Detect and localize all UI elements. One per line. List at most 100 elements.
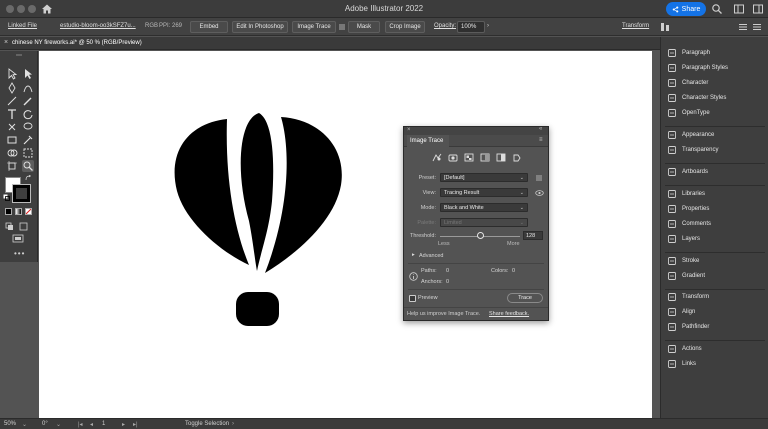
next-artboard-icon[interactable]: ▸ (122, 421, 125, 428)
draw-mode-options-icon[interactable] (19, 222, 28, 231)
arrange-icon[interactable] (752, 3, 764, 15)
linked-file-link[interactable]: Linked File (8, 23, 37, 29)
free-transform-tool-icon[interactable] (22, 147, 34, 159)
panel-item-opentype[interactable]: OpenType (661, 107, 768, 119)
workspace-icon[interactable] (733, 3, 745, 15)
embed-button[interactable]: Embed (190, 21, 228, 33)
zoom-chevron-icon[interactable]: ⌄ (22, 421, 27, 428)
tab-image-trace[interactable]: Image Trace (407, 135, 449, 147)
panel-item-character[interactable]: Character (661, 77, 768, 89)
previous-artboard-icon[interactable]: ◂ (90, 421, 93, 428)
artboard-number[interactable]: 1 (102, 421, 105, 427)
control-bar-menu-icon[interactable] (738, 22, 748, 32)
image-trace-presets-icon[interactable] (338, 23, 346, 31)
balloon-artwork[interactable] (39, 51, 652, 418)
pen-tool-icon[interactable] (6, 82, 18, 94)
grayscale-preset-icon[interactable] (480, 153, 490, 162)
panel-item-gradient[interactable]: Gradient (661, 270, 768, 282)
panel-item-pathfinder[interactable]: Pathfinder (661, 321, 768, 333)
panel-item-character-styles[interactable]: Character Styles (661, 92, 768, 104)
threshold-input[interactable]: 128 (523, 231, 543, 240)
swap-fill-stroke-icon[interactable] (25, 175, 32, 182)
panel-collapse-icon[interactable]: « (539, 126, 542, 132)
low-color-preset-icon[interactable] (464, 153, 474, 162)
edit-in-photoshop-button[interactable]: Edit In Photoshop (232, 21, 288, 33)
panel-header[interactable]: × « (404, 126, 548, 135)
view-source-eye-icon[interactable] (535, 189, 544, 197)
panel-menu-icon[interactable]: ≡ (539, 137, 543, 143)
panel-item-transform[interactable]: Transform (661, 291, 768, 303)
search-icon[interactable] (711, 3, 723, 15)
panel-item-transparency[interactable]: Transparency (661, 144, 768, 156)
panel-item-stroke[interactable]: Stroke (661, 255, 768, 267)
curvature-tool-icon[interactable] (22, 82, 34, 94)
mode-select[interactable]: Black and White ⌄ (440, 203, 528, 212)
paintbrush-tool-icon[interactable] (22, 95, 34, 107)
panel-item-links[interactable]: Links (661, 358, 768, 370)
panel-item-align[interactable]: Align (661, 306, 768, 318)
threshold-slider-handle[interactable] (476, 232, 484, 239)
stroke-swatch[interactable] (12, 184, 31, 203)
document-tab[interactable]: × chinese NY fireworks.ai* @ 50 % (RGB/P… (0, 37, 660, 50)
image-trace-button[interactable]: Image Trace (292, 21, 336, 33)
close-tab-icon[interactable]: × (4, 39, 8, 46)
outline-preset-icon[interactable] (512, 153, 522, 162)
selection-tool-icon[interactable] (6, 68, 18, 80)
first-artboard-icon[interactable]: |◂ (78, 421, 83, 428)
linked-filename[interactable]: estudio-bloom-oo3kSFZ7u... (60, 23, 136, 29)
edit-toolbar-icon[interactable]: ••• (14, 249, 25, 258)
color-mode-button[interactable] (5, 208, 12, 215)
screen-mode-icon[interactable] (12, 234, 24, 244)
black-and-white-preset-icon[interactable] (496, 153, 506, 162)
direct-selection-tool-icon[interactable] (22, 68, 34, 80)
opacity-input[interactable]: 100% (457, 21, 485, 33)
status-menu-chevron-icon[interactable]: › (232, 421, 234, 427)
panel-close-icon[interactable]: × (407, 127, 411, 133)
trace-button[interactable]: Trace (507, 293, 543, 303)
control-bar-options-icon[interactable] (752, 22, 762, 32)
mask-button[interactable]: Mask (348, 21, 380, 33)
document-tab-label[interactable]: chinese NY fireworks.ai* @ 50 % (RGB/Pre… (12, 40, 142, 46)
panel-item-paragraph[interactable]: Paragraph (661, 47, 768, 59)
none-mode-button[interactable] (25, 208, 32, 215)
high-color-preset-icon[interactable] (448, 153, 458, 162)
advanced-disclosure-icon[interactable]: ▸ (412, 252, 415, 258)
default-fill-stroke-icon[interactable] (3, 194, 10, 201)
lasso-tool-icon[interactable] (22, 121, 34, 133)
artboard[interactable] (39, 51, 652, 418)
panel-item-comments[interactable]: Comments (661, 218, 768, 230)
rectangle-tool-icon[interactable] (6, 134, 18, 146)
auto-color-preset-icon[interactable] (432, 153, 442, 162)
shape-builder-tool-icon[interactable] (6, 147, 18, 159)
zoom-level[interactable]: 50% (4, 421, 16, 427)
manage-presets-icon[interactable] (535, 174, 543, 182)
preview-checkbox[interactable] (409, 295, 416, 302)
panel-item-layers[interactable]: Layers (661, 233, 768, 245)
scissors-tool-icon[interactable] (6, 121, 18, 133)
draw-mode-icon[interactable] (5, 222, 14, 231)
share-button[interactable]: Share (666, 2, 706, 16)
last-artboard-icon[interactable]: ▸| (133, 421, 138, 428)
type-tool-icon[interactable] (6, 108, 18, 120)
advanced-toggle[interactable]: Advanced (419, 253, 443, 259)
rotation-value[interactable]: 0° (42, 421, 48, 427)
align-to-icon[interactable] (660, 22, 670, 32)
zoom-tool-icon[interactable] (22, 160, 34, 172)
toolbar-collapse-icon[interactable] (14, 53, 24, 57)
opacity-dropdown-chevron-icon[interactable]: › (487, 23, 489, 29)
panel-item-paragraph-styles[interactable]: Paragraph Styles (661, 62, 768, 74)
transform-link[interactable]: Transform (622, 23, 649, 29)
crop-image-button[interactable]: Crop Image (385, 21, 425, 33)
preview-label[interactable]: Preview (418, 295, 438, 301)
panel-item-artboards[interactable]: Artboards (661, 166, 768, 178)
eyedropper-tool-icon[interactable] (22, 134, 34, 146)
artboard-tool-icon[interactable] (6, 160, 18, 172)
view-select[interactable]: Tracing Result ⌄ (440, 188, 528, 197)
rotate-tool-icon[interactable] (22, 108, 34, 120)
panel-item-libraries[interactable]: Libraries (661, 188, 768, 200)
share-feedback-link[interactable]: Share feedback. (489, 311, 529, 317)
panel-item-appearance[interactable]: Appearance (661, 129, 768, 141)
panel-item-properties[interactable]: Properties (661, 203, 768, 215)
preset-select[interactable]: [Default] ⌄ (440, 173, 528, 182)
gradient-mode-button[interactable] (15, 208, 22, 215)
